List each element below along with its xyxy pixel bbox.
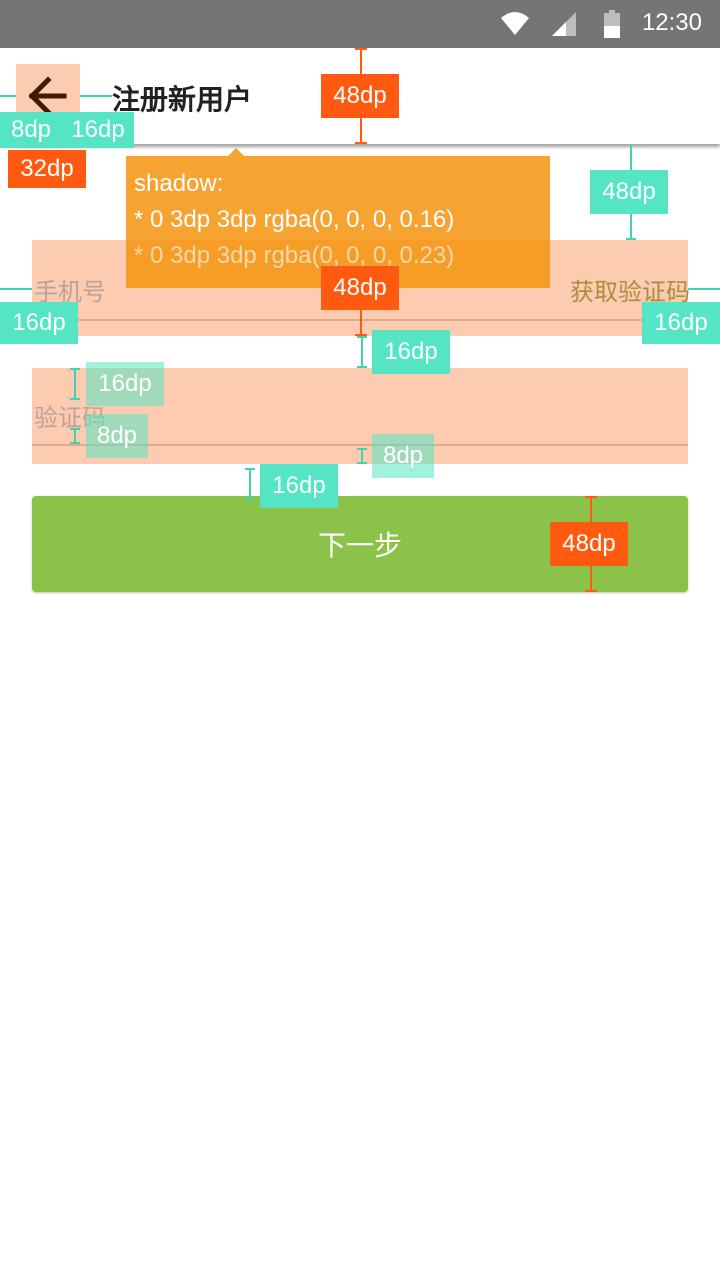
- spec-tag-16dp: 16dp: [62, 112, 134, 148]
- spec-tag-16dp-left: 16dp: [0, 302, 78, 344]
- measure-cap: [355, 142, 367, 144]
- spec-tag-8dp-text-gap: 8dp: [86, 414, 148, 458]
- spec-tag-32dp: 32dp: [8, 150, 86, 188]
- measure-line-left-8: [0, 95, 16, 97]
- measure-cap: [357, 448, 367, 450]
- measure-line-back-title-16: [80, 95, 112, 97]
- note-pointer: [228, 148, 244, 156]
- spec-tag-48dp-toolbar: 48dp: [321, 74, 399, 118]
- measure-cap: [70, 398, 80, 400]
- measure-cap: [357, 462, 367, 464]
- measure-cap: [357, 366, 367, 368]
- spec-tag-16dp-field-gap: 16dp: [372, 330, 450, 374]
- wifi-icon: [501, 12, 529, 35]
- measure-line-right-16: [688, 288, 720, 290]
- measure-line-button-gap-16: [249, 468, 251, 500]
- measure-line-left-16: [0, 288, 32, 290]
- spec-tag-8dp: 8dp: [0, 112, 62, 148]
- measure-cap: [626, 238, 636, 240]
- measure-cap: [357, 336, 367, 338]
- spec-tag-16dp-top-pad: 16dp: [86, 362, 164, 406]
- status-time: 12:30: [641, 9, 702, 36]
- measure-line-field-gap-16: [361, 336, 363, 368]
- shadow-spec-title: shadow:: [134, 170, 224, 197]
- spec-tag-8dp-bottom-pad: 8dp: [372, 434, 434, 478]
- spec-tag-48dp-button: 48dp: [550, 522, 628, 566]
- measure-cap: [70, 368, 80, 370]
- spec-tag-48dp-gap: 48dp: [590, 170, 668, 214]
- measure-cap: [585, 590, 597, 592]
- status-bar: 12:30: [0, 0, 720, 48]
- cell-signal-icon: [552, 12, 576, 36]
- measure-line-top-pad-16: [74, 368, 76, 400]
- measure-cap: [245, 468, 255, 470]
- shadow-spec-line-1: * 0 3dp 3dp rgba(0, 0, 0, 0.16): [134, 206, 455, 233]
- battery-icon: [604, 10, 620, 38]
- measure-cap: [355, 48, 367, 50]
- spec-tag-16dp-button-gap: 16dp: [260, 464, 338, 508]
- measure-cap: [585, 496, 597, 498]
- measure-cap: [70, 428, 80, 430]
- measure-cap: [245, 498, 255, 500]
- spec-tag-48dp-field: 48dp: [321, 266, 399, 310]
- measure-cap: [70, 442, 80, 444]
- spec-tag-16dp-right: 16dp: [642, 302, 720, 344]
